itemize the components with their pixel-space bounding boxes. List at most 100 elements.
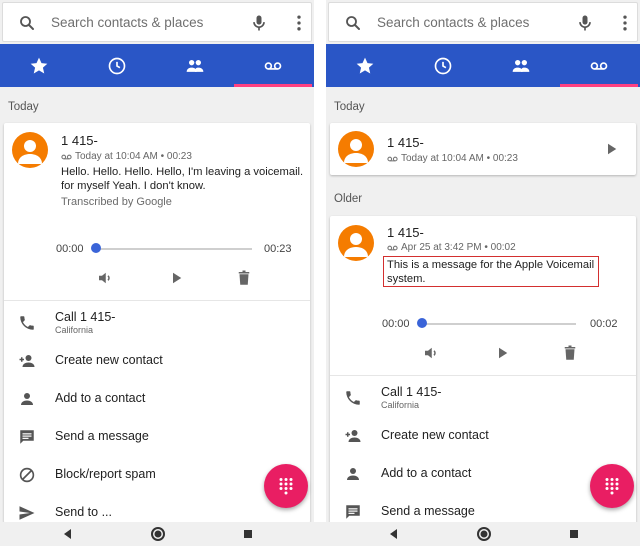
message-icon	[346, 505, 360, 519]
more-options-icon[interactable]	[289, 13, 309, 33]
action-label: Add to a contact	[381, 466, 472, 480]
tab-voicemail[interactable]	[560, 44, 638, 87]
star-icon	[30, 57, 48, 73]
right-screen: Search contacts & places Today 1 415- To…	[326, 0, 640, 522]
transcribed-by-label: Transcribed by Google	[61, 196, 172, 208]
search-icon	[346, 16, 360, 30]
action-create-contact[interactable]: Create new contact	[4, 342, 310, 380]
dialpad-icon	[605, 478, 619, 495]
tab-bar	[326, 44, 640, 87]
action-label: Create new contact	[55, 353, 163, 367]
mic-icon[interactable]	[249, 13, 269, 33]
play-icon[interactable]	[167, 269, 185, 287]
tab-recents[interactable]	[78, 44, 156, 87]
time-current: 00:00	[382, 318, 410, 330]
more-options-icon[interactable]	[615, 13, 635, 33]
play-icon[interactable]	[602, 140, 620, 158]
search-bar[interactable]: Search contacts & places	[328, 2, 638, 42]
home-icon[interactable]	[476, 526, 492, 542]
tab-speed-dial[interactable]	[326, 44, 404, 87]
divider	[4, 300, 310, 301]
tab-contacts[interactable]	[482, 44, 560, 87]
phone-icon	[20, 316, 34, 330]
voicemail-small-icon	[387, 156, 398, 161]
action-label: Call 1 415-	[55, 310, 116, 324]
delete-icon[interactable]	[235, 269, 253, 287]
recent-apps-icon[interactable]	[566, 526, 582, 542]
action-add-to-contact[interactable]: Add to a contact	[4, 380, 310, 418]
tab-recents[interactable]	[404, 44, 482, 87]
voicemail-meta: Apr 25 at 3:42 PM • 00:02	[387, 242, 516, 253]
dialpad-fab[interactable]	[590, 464, 634, 508]
action-label: Block/report spam	[55, 467, 156, 481]
avatar	[338, 131, 374, 167]
section-older: Older	[334, 193, 363, 205]
search-icon	[20, 16, 34, 30]
action-label: Send a message	[381, 504, 475, 518]
voicemail-transcript: This is a message for the Apple Voicemai…	[387, 259, 595, 285]
people-icon	[512, 59, 530, 72]
seek-thumb[interactable]	[417, 318, 427, 328]
voicemail-card-expanded[interactable]: 1 415- Apr 25 at 3:42 PM • 00:02 This is…	[330, 216, 636, 522]
caller-number: 1 415-	[387, 225, 424, 240]
tab-voicemail[interactable]	[234, 44, 312, 87]
action-label: Create new contact	[381, 428, 489, 442]
add-person-icon	[345, 430, 361, 442]
dialpad-icon	[279, 478, 293, 495]
action-label: Call 1 415-	[381, 385, 442, 399]
person-icon	[21, 393, 33, 405]
voicemail-small-icon	[387, 245, 398, 250]
message-icon	[20, 430, 34, 444]
voicemail-meta: Today at 10:04 AM • 00:23	[61, 151, 192, 162]
back-icon[interactable]	[60, 526, 76, 542]
voicemail-card-collapsed[interactable]: 1 415- Today at 10:04 AM • 00:23	[330, 123, 636, 175]
dialpad-fab[interactable]	[264, 464, 308, 508]
section-today: Today	[334, 101, 365, 113]
caller-number: 1 415-	[61, 133, 98, 148]
delete-icon[interactable]	[561, 344, 579, 362]
tab-speed-dial[interactable]	[0, 44, 78, 87]
person-icon	[347, 468, 359, 480]
seek-bar[interactable]	[422, 323, 576, 325]
action-label: Add to a contact	[55, 391, 146, 405]
seek-bar[interactable]	[96, 248, 252, 250]
voicemail-card-expanded[interactable]: 1 415- Today at 10:04 AM • 00:23 Hello. …	[4, 123, 310, 522]
selected-tab-indicator	[560, 84, 638, 87]
time-current: 00:00	[56, 243, 84, 255]
voicemail-date-duration: Today at 10:04 AM • 00:23	[75, 151, 192, 162]
action-create-contact[interactable]: Create new contact	[330, 417, 636, 455]
caller-number: 1 415-	[387, 135, 424, 150]
time-total: 00:23	[264, 243, 292, 255]
system-nav-bar	[0, 522, 640, 546]
action-call[interactable]: Call 1 415- California	[4, 304, 310, 342]
speaker-icon[interactable]	[96, 269, 114, 287]
tab-bar	[0, 44, 314, 87]
avatar	[12, 132, 48, 168]
voicemail-meta: Today at 10:04 AM • 00:23	[387, 153, 518, 164]
tab-contacts[interactable]	[156, 44, 234, 87]
star-icon	[356, 57, 374, 73]
action-send-message[interactable]: Send a message	[4, 418, 310, 456]
action-send-to[interactable]: Send to ...	[4, 494, 310, 522]
speaker-icon[interactable]	[422, 344, 440, 362]
recent-apps-icon[interactable]	[240, 526, 256, 542]
section-today: Today	[8, 101, 39, 113]
action-sublabel: California	[381, 400, 420, 410]
back-icon[interactable]	[386, 526, 402, 542]
voicemail-transcript: Hello. Hello. Hello. Hello, I'm leaving …	[61, 166, 304, 192]
search-placeholder: Search contacts & places	[51, 15, 204, 30]
play-icon[interactable]	[493, 344, 511, 362]
search-placeholder: Search contacts & places	[377, 15, 530, 30]
seek-thumb[interactable]	[91, 243, 101, 253]
divider	[330, 375, 636, 376]
action-call[interactable]: Call 1 415- California	[330, 379, 636, 417]
voicemail-small-icon	[61, 154, 72, 159]
clock-icon	[108, 57, 126, 74]
voicemail-icon	[264, 61, 282, 70]
voicemail-date-duration: Apr 25 at 3:42 PM • 00:02	[401, 242, 516, 253]
action-label: Send to ...	[55, 505, 112, 519]
home-icon[interactable]	[150, 526, 166, 542]
action-send-message[interactable]: Send a message	[330, 493, 636, 522]
mic-icon[interactable]	[575, 13, 595, 33]
search-bar[interactable]: Search contacts & places	[2, 2, 312, 42]
